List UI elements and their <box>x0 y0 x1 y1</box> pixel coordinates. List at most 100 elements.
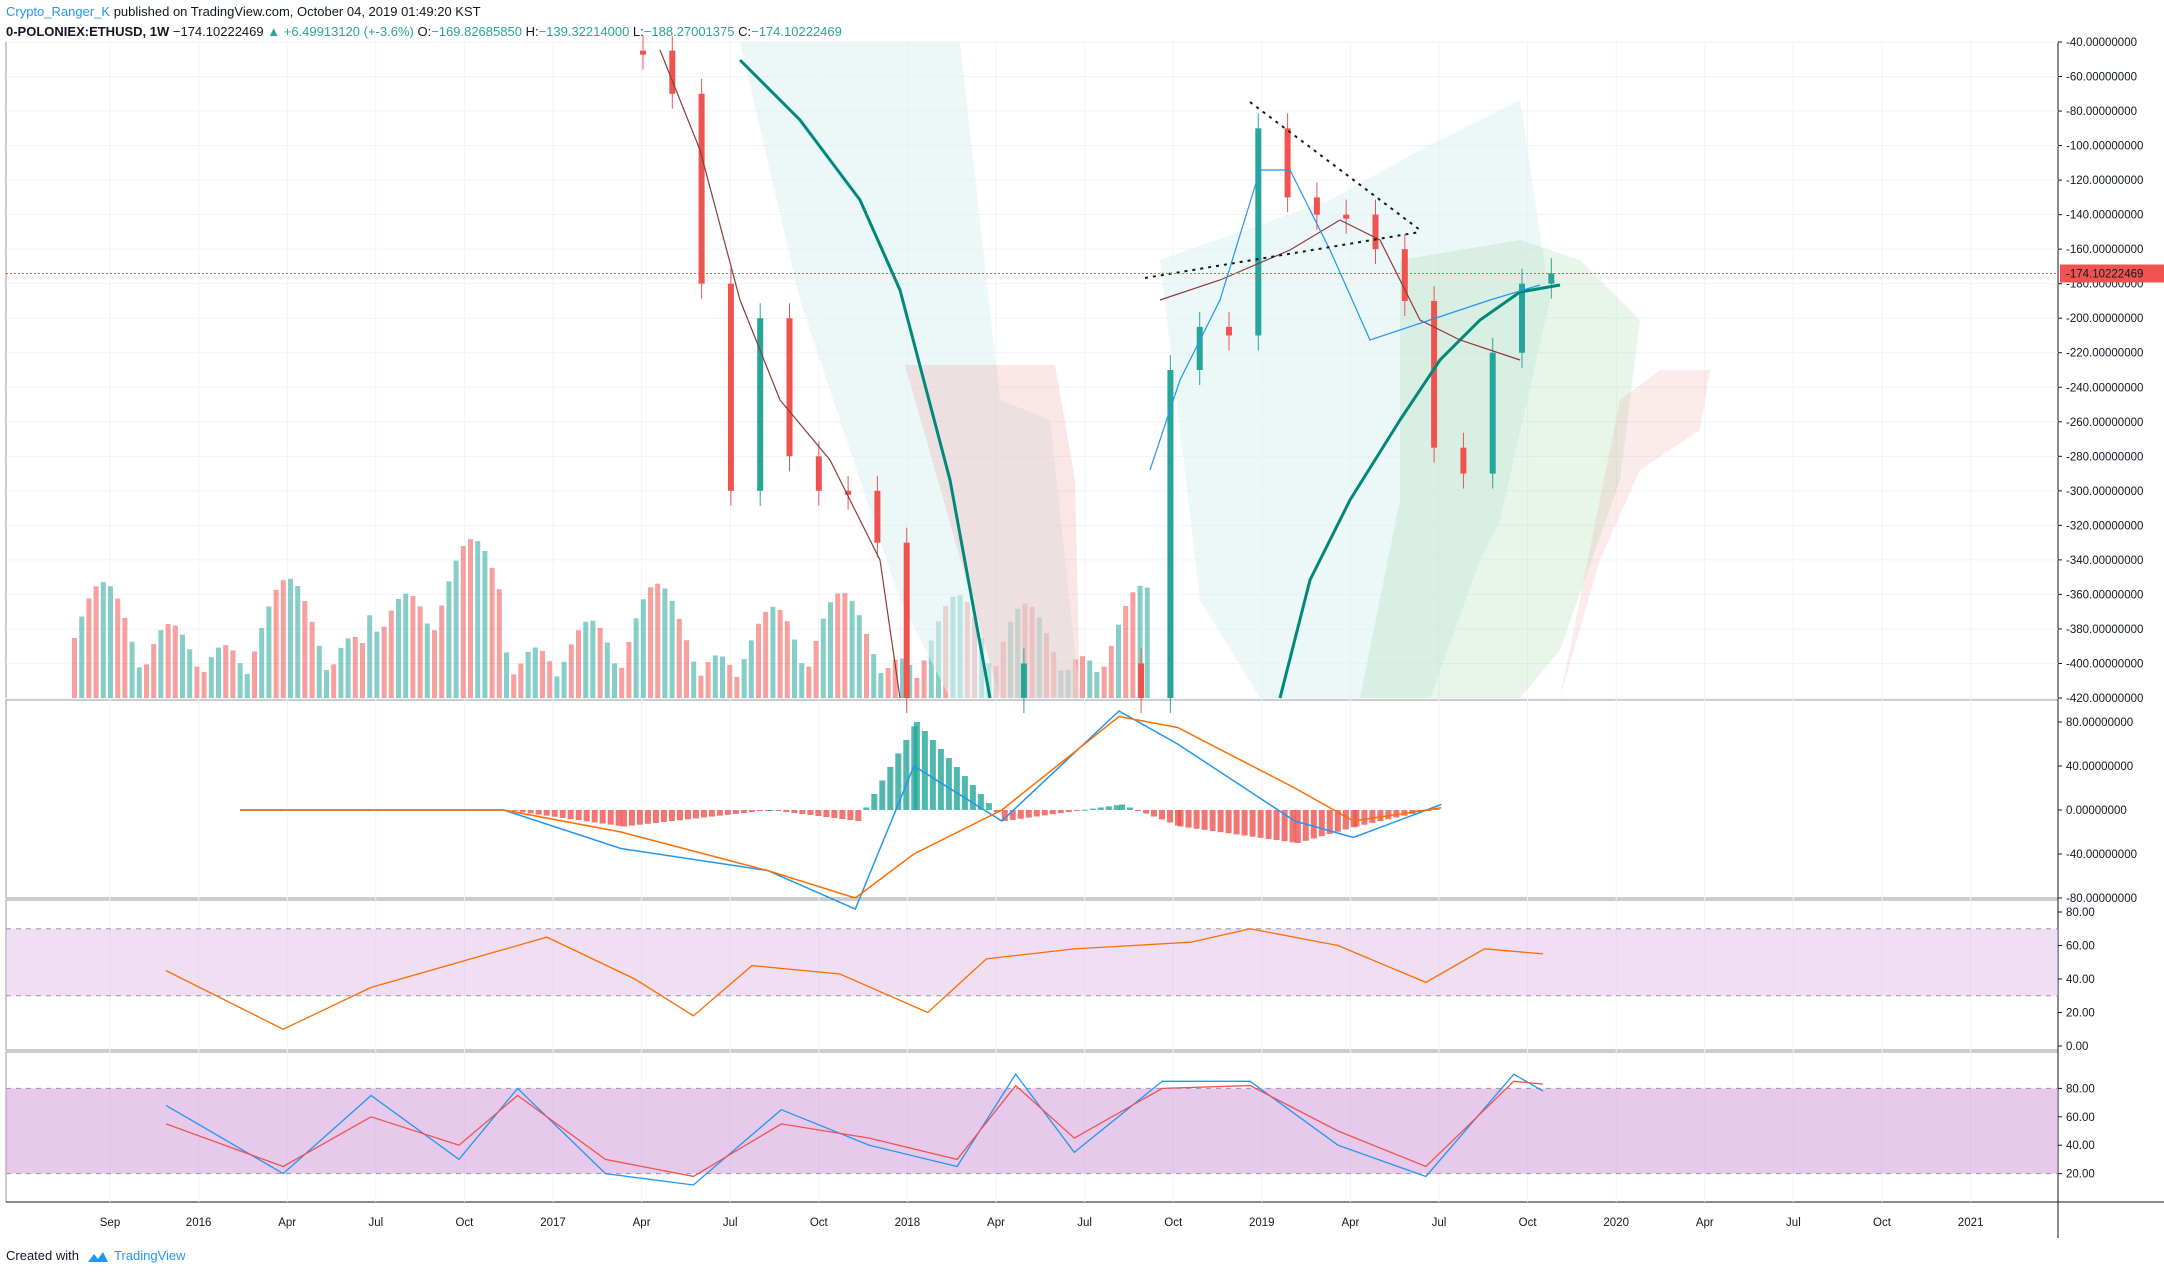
price-axis-label: -160.00000000 <box>2066 244 2143 256</box>
time-axis-label: Oct <box>810 1217 829 1229</box>
volume-bar <box>1116 624 1121 698</box>
macd-bar <box>1143 810 1149 814</box>
macd-bar <box>1057 810 1064 814</box>
time-axis-label: Jul <box>1432 1217 1447 1229</box>
volume-bar <box>640 599 646 698</box>
macd-bar <box>1065 810 1072 812</box>
price-axis-label: -360.00000000 <box>2066 589 2143 601</box>
macd-bar <box>903 739 910 810</box>
rsi-axis-label: 0.00 <box>2066 1041 2088 1053</box>
volume-bar <box>583 621 589 698</box>
volume-bar <box>511 674 517 698</box>
time-axis-label: Oct <box>455 1217 474 1229</box>
volume-bar <box>331 664 337 698</box>
time-axis-label: Jul <box>1786 1217 1801 1229</box>
macd-bar <box>1017 810 1024 819</box>
macd-bar <box>1135 810 1141 811</box>
price-axis-label: -340.00000000 <box>2066 555 2143 567</box>
macd-axis-label: 80.00000000 <box>2066 717 2133 729</box>
price-axis-label: -260.00000000 <box>2066 417 2143 429</box>
time-axis-label: 2019 <box>1249 1217 1275 1229</box>
volume-bar <box>216 647 221 698</box>
macd-axis-label: -80.00000000 <box>2066 893 2137 905</box>
volume-bar <box>792 639 797 698</box>
macd-bar <box>1025 810 1032 818</box>
volume-bar <box>684 640 689 698</box>
macd-bar <box>863 807 870 810</box>
volume-bar <box>698 675 704 698</box>
price-axis-label: -420.00000000 <box>2066 693 2143 705</box>
macd-bar <box>1209 810 1216 832</box>
macd-axis-label: -40.00000000 <box>2066 849 2137 861</box>
candle-body <box>1343 214 1350 219</box>
candle-body <box>1372 214 1379 250</box>
macd-bar <box>567 810 574 820</box>
time-axis-label: Jul <box>723 1217 738 1229</box>
volume-bar <box>1094 672 1100 698</box>
macd-bar <box>1385 810 1392 820</box>
macd-bar <box>1073 810 1080 811</box>
chart-canvas[interactable]: Sep 2016 Apr Jul Oct 2017 Apr Jul Oct 2018 Apr Jul O… <box>0 0 2164 1274</box>
macd-bar <box>775 810 782 812</box>
volume-bar <box>1130 592 1136 698</box>
volume-bar <box>230 650 236 698</box>
volume-bar <box>388 610 394 698</box>
created-with-text: Created with <box>6 1248 79 1263</box>
tradingview-brand[interactable]: TradingView <box>114 1248 186 1263</box>
volume-bar <box>288 578 293 698</box>
price-axis-label: -60.00000000 <box>2066 72 2137 84</box>
volume-bar <box>374 631 380 698</box>
volume-bar <box>93 586 99 698</box>
volume-bar <box>424 623 430 698</box>
time-axis-label: Jul <box>368 1217 383 1229</box>
volume-bar <box>590 620 596 698</box>
macd-bar <box>855 810 862 821</box>
macd-bar <box>684 810 691 820</box>
macd-bar <box>636 810 643 825</box>
macd-bar <box>1089 808 1096 810</box>
macd-bar <box>732 810 739 814</box>
macd-bar <box>599 810 606 824</box>
stoch-axis-label: 60.00 <box>2066 1112 2095 1124</box>
volume-bar <box>655 583 661 698</box>
macd-bar <box>945 758 952 810</box>
volume-bar <box>748 640 754 698</box>
macd-bar <box>985 803 992 810</box>
volume-bar <box>626 642 632 698</box>
volume-bar <box>180 634 185 698</box>
price-axis-label: -80.00000000 <box>2066 106 2137 118</box>
price-axis-label: -140.00000000 <box>2066 210 2143 222</box>
volume-bar <box>504 652 509 698</box>
volume-bar <box>662 588 668 698</box>
volume-bar <box>878 673 884 698</box>
volume-bar <box>316 645 322 698</box>
stoch-axis-label: 80.00 <box>2066 1083 2095 1095</box>
macd-bar <box>887 766 894 810</box>
macd-bar <box>1342 810 1349 830</box>
volume-bar <box>820 618 826 698</box>
volume-bar <box>410 596 416 698</box>
macd-bar <box>620 810 627 827</box>
macd-bar <box>591 810 598 823</box>
volume-bar <box>864 633 869 698</box>
volume-bar <box>597 627 603 698</box>
volume-bar <box>1087 660 1093 698</box>
volume-bar <box>1144 587 1150 698</box>
candle-body <box>1313 197 1320 215</box>
macd-bar <box>1294 810 1301 843</box>
volume-bar <box>547 661 553 698</box>
volume-bar <box>885 668 891 698</box>
macd-bar <box>953 767 960 810</box>
macd-bar <box>628 810 635 826</box>
volume-bar <box>352 636 358 698</box>
volume-bar <box>525 651 531 698</box>
price-axis-label: -200.00000000 <box>2066 313 2143 325</box>
macd-bar <box>724 810 731 815</box>
macd-bar <box>871 793 878 810</box>
time-axis-label: Oct <box>1873 1217 1892 1229</box>
rsi-axis-label: 40.00 <box>2066 974 2095 986</box>
macd-bar <box>1201 810 1208 830</box>
volume-bar <box>324 670 329 698</box>
volume-bar <box>439 605 445 698</box>
time-axis-label: 2018 <box>895 1217 921 1229</box>
